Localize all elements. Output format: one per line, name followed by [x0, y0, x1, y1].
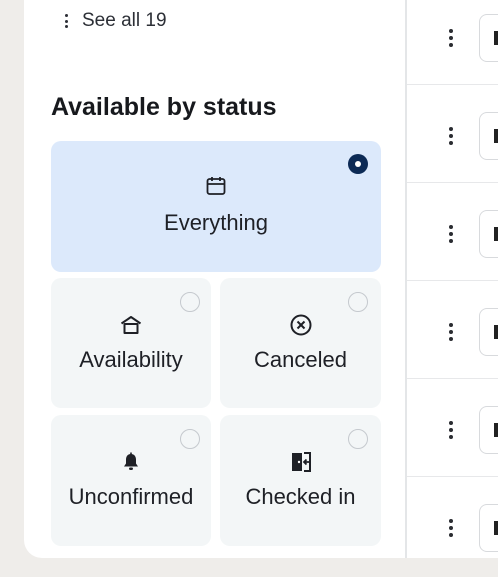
row-field[interactable]	[479, 112, 498, 160]
row-more-button[interactable]	[443, 222, 459, 246]
row-field[interactable]	[479, 406, 498, 454]
home-icon	[118, 312, 144, 338]
row-more-button[interactable]	[443, 124, 459, 148]
row-field[interactable]	[479, 210, 498, 258]
status-filter-column: See all 19 Available by status Everythin…	[24, 0, 406, 558]
list-item	[407, 85, 498, 183]
row-field[interactable]	[479, 14, 498, 62]
row-more-button[interactable]	[443, 320, 459, 344]
status-label-everything: Everything	[164, 210, 268, 235]
filter-panel: See all 19 Available by status Everythin…	[24, 0, 498, 558]
list-item	[407, 477, 498, 558]
row-more-button[interactable]	[443, 26, 459, 50]
bell-icon	[118, 449, 144, 475]
status-label-unconfirmed: Unconfirmed	[68, 484, 194, 509]
status-label-checked-in: Checked in	[245, 484, 356, 509]
radio-availability[interactable]	[180, 292, 200, 312]
door-enter-icon	[288, 449, 314, 475]
list-item	[407, 183, 498, 281]
row-more-button[interactable]	[443, 418, 459, 442]
section-title: Available by status	[51, 93, 277, 121]
status-option-checked-in[interactable]: Checked in	[220, 415, 381, 546]
status-label-availability: Availability	[79, 347, 183, 372]
status-option-availability[interactable]: Availability	[51, 278, 211, 408]
x-circle-icon	[288, 312, 314, 338]
list-item	[407, 0, 498, 85]
status-option-canceled[interactable]: Canceled	[220, 278, 381, 408]
row-field[interactable]	[479, 308, 498, 356]
row-more-button[interactable]	[443, 516, 459, 540]
results-column	[407, 0, 498, 558]
status-option-everything[interactable]: Everything	[51, 141, 381, 272]
see-all-label: See all 19	[82, 10, 167, 31]
status-option-unconfirmed[interactable]: Unconfirmed	[51, 415, 211, 546]
radio-canceled[interactable]	[348, 292, 368, 312]
radio-unconfirmed[interactable]	[180, 429, 200, 449]
list-item	[407, 379, 498, 477]
radio-everything[interactable]	[348, 154, 368, 174]
see-all-button[interactable]: See all 19	[62, 10, 167, 32]
calendar-icon	[203, 173, 229, 199]
list-item	[407, 281, 498, 379]
more-vertical-icon	[62, 14, 70, 28]
status-label-canceled: Canceled	[254, 347, 347, 372]
row-field[interactable]	[479, 504, 498, 552]
radio-checked-in[interactable]	[348, 429, 368, 449]
